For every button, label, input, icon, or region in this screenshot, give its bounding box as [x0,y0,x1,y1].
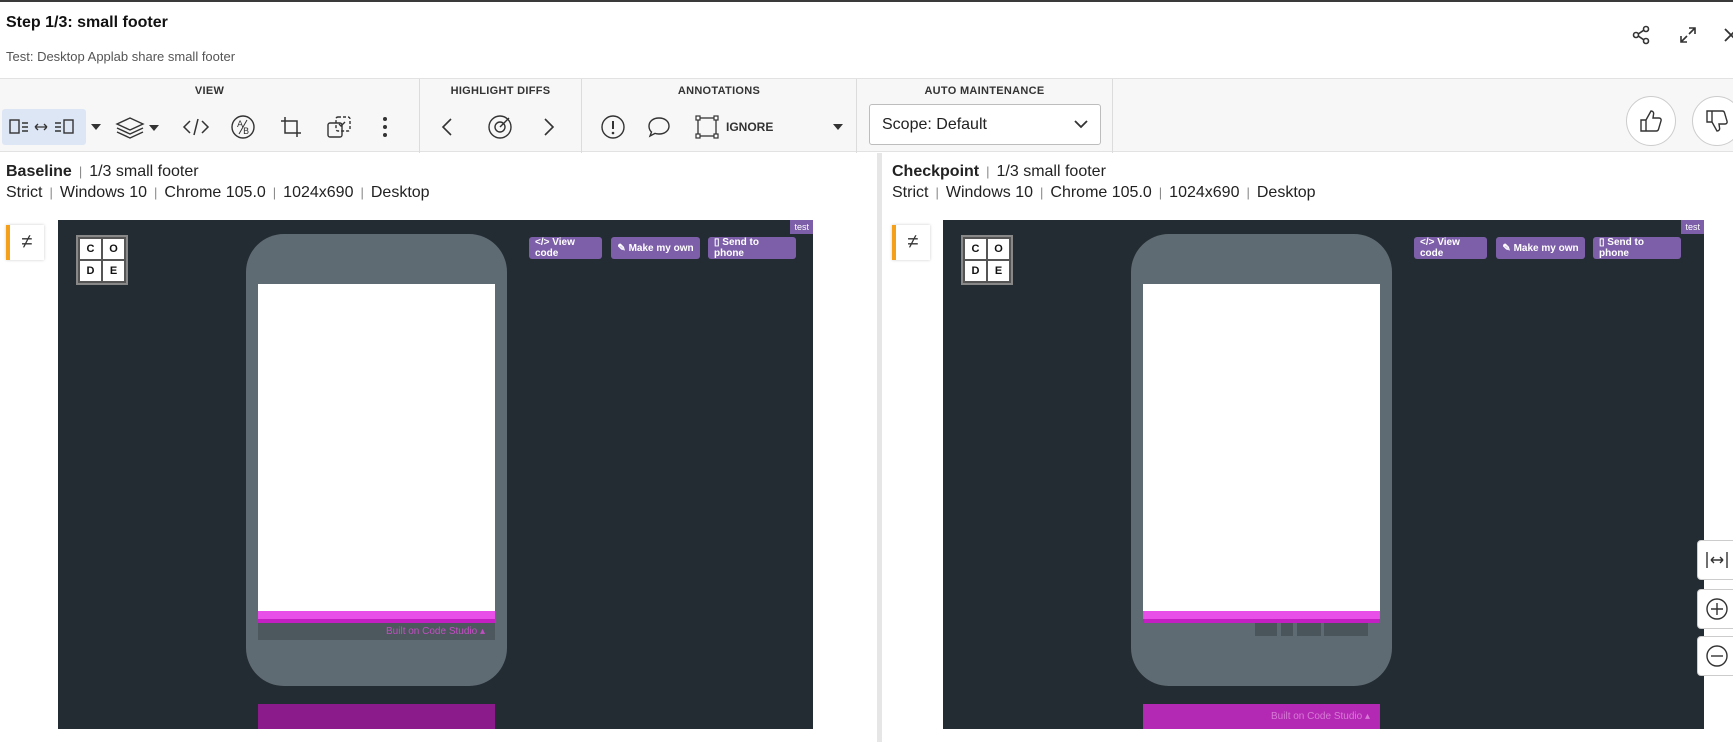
small-footer: Built on Code Studio ▴ [258,623,495,640]
ignore-region-icon [695,115,719,139]
send-to-phone-button: ▯ Send to phone [1593,237,1681,259]
chevron-down-icon [1074,120,1088,129]
ignore-region-button[interactable]: IGNORE [694,109,804,145]
baseline-device: Desktop [370,184,430,201]
fit-width-icon[interactable] [1697,540,1733,580]
crop-icon[interactable] [273,109,309,145]
code-icon[interactable] [178,109,214,145]
baseline-screenshot[interactable]: CODE Built on Code Studio ▴ </> View cod… [58,220,813,729]
ab-icon[interactable]: AB [225,109,261,145]
view-group: VIEW AB [0,79,420,153]
code-logo: CODE [76,235,128,285]
baseline-name: Baseline [6,163,72,180]
toolbar: VIEW AB HIGHLIGHT DIFFS ANNOTATIONS IGNO… [0,78,1733,153]
view-code-button: </> View code [1414,237,1487,259]
expand-icon[interactable] [1675,22,1701,48]
bottom-bar [258,704,495,729]
svg-text:B: B [243,127,249,137]
pink-bar [258,611,495,623]
baseline-header: Baseline | 1/3 small footer [6,163,199,180]
page-title: Step 1/3: small footer [6,14,168,31]
checkpoint-step: 1/3 small footer [996,163,1106,180]
scope-value: Scope: Default [882,115,987,133]
baseline-pane: Baseline | 1/3 small footer Strict | Windows… [0,153,877,742]
code-logo: CODE [961,235,1013,285]
view-mode-dropdown[interactable] [88,109,104,145]
comment-icon[interactable] [644,109,674,145]
checkpoint-pane: Checkpoint | 1/3 small footer Strict | Windo… [882,153,1733,742]
app-screen [258,284,495,611]
baseline-os: Windows 10 [59,184,147,201]
checkpoint-size: 1024x690 [1169,184,1240,201]
bottom-bar-footer: Built on Code Studio ▴ [1143,704,1380,729]
pink-bar [1143,611,1380,623]
highlight-diffs-group: HIGHLIGHT DIFFS [420,79,582,153]
baseline-step: 1/3 small footer [89,163,199,180]
annotation-type-dropdown[interactable] [828,109,848,145]
side-by-side-icon[interactable] [2,109,86,145]
checkpoint-name: Checkpoint [892,163,980,180]
make-my-own-button: ✎ Make my own [611,237,700,259]
baseline-mode: Strict [6,184,43,201]
zoom-in-icon[interactable] [1697,589,1733,629]
test-tag: test [790,220,813,234]
test-tag: test [1681,220,1704,234]
not-equal-icon[interactable]: ≠ [6,225,44,260]
checkpoint-header: Checkpoint | 1/3 small footer [892,163,1106,180]
more-icon[interactable] [370,109,400,145]
issue-icon[interactable] [598,109,628,145]
checkpoint-device: Desktop [1256,184,1316,201]
checkpoint-env: Strict | Windows 10 | Chrome 105.0 | 1024x690 |… [892,184,1316,201]
auto-maintenance-label: AUTO MAINTENANCE [924,85,1045,97]
highlight-label: HIGHLIGHT DIFFS [450,85,551,97]
checkpoint-screenshot[interactable]: CODE </> View code ✎ Make my own ▯ Send … [943,220,1704,729]
not-equal-icon[interactable]: ≠ [892,225,930,260]
baseline-browser: Chrome 105.0 [164,184,266,201]
zoom-out-icon[interactable] [1697,636,1733,676]
baseline-env: Strict | Windows 10 | Chrome 105.0 | 1024x690 |… [6,184,430,201]
share-icon[interactable] [1628,22,1654,48]
send-to-phone-button: ▯ Send to phone [708,237,796,259]
annotations-label: ANNOTATIONS [677,85,761,97]
baseline-size: 1024x690 [283,184,354,201]
header: Step 1/3: small footer Test: Desktop App… [0,2,1733,78]
scope-select[interactable]: Scope: Default [869,104,1101,145]
ignore-label: IGNORE [726,120,774,134]
next-diff-icon[interactable] [536,109,562,145]
view-code-button: </> View code [529,237,602,259]
checkpoint-os: Windows 10 [945,184,1033,201]
close-icon[interactable] [1718,22,1733,48]
prev-diff-icon[interactable] [434,109,460,145]
target-icon[interactable] [482,109,518,145]
test-name: Test: Desktop Applab share small footer [6,49,236,64]
checkpoint-mode: Strict [892,184,929,201]
thumbs-down-icon[interactable] [1692,96,1733,146]
make-my-own-button: ✎ Make my own [1496,237,1585,259]
checkpoint-browser: Chrome 105.0 [1050,184,1152,201]
app-screen [1143,284,1380,611]
annotations-group: ANNOTATIONS IGNORE [582,79,857,153]
layers-icon[interactable] [112,109,162,145]
view-label: VIEW [194,85,225,97]
footer-ghost [1324,623,1368,636]
compare-icon[interactable] [321,109,357,145]
footer-ghost [1281,623,1293,636]
footer-ghost [1297,623,1321,636]
thumbs-up-icon[interactable] [1626,96,1676,146]
footer-ghost [1255,623,1277,636]
